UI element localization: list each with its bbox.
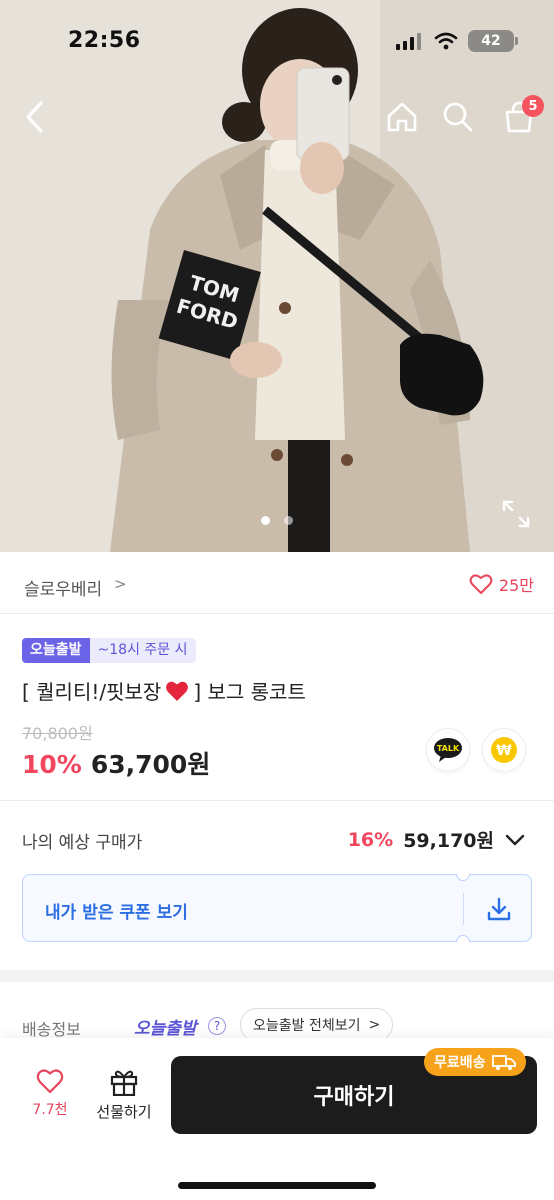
download-icon bbox=[487, 897, 511, 921]
battery-icon: 42 bbox=[468, 30, 518, 52]
today-ship-brand: 오늘출발 bbox=[134, 1019, 197, 1039]
status-time: 22:56 bbox=[68, 28, 141, 53]
view-all-label: 오늘출발 전체보기 bbox=[253, 1018, 361, 1034]
store-like-button[interactable]: 25만 bbox=[469, 572, 534, 596]
search-icon bbox=[443, 102, 473, 132]
won-coin-icon: ₩ bbox=[491, 737, 517, 763]
cart-button[interactable]: 5 bbox=[494, 92, 544, 142]
store-chevron-icon: > bbox=[114, 575, 127, 593]
today-ship-tag: 오늘출발 bbox=[22, 638, 90, 663]
coupon-notch-bottom bbox=[456, 935, 470, 942]
heart-icon bbox=[36, 1069, 64, 1094]
today-ship-view-all-button[interactable]: 오늘출발 전체보기 > bbox=[240, 1008, 394, 1042]
home-icon bbox=[387, 102, 417, 132]
coupon-view-label: 내가 받은 쿠폰 보기 bbox=[45, 903, 188, 923]
product-title-suffix: ] 보그 롱코트 bbox=[193, 680, 306, 704]
expected-price-toggle[interactable]: 16% 59,170원 bbox=[348, 826, 526, 853]
expected-price-section: 나의 예상 구매가 16% 59,170원 내가 받은 쿠폰 보기 bbox=[0, 802, 554, 970]
gift-icon bbox=[110, 1070, 138, 1096]
expected-price-value: 59,170원 bbox=[403, 830, 494, 852]
coupon-box[interactable]: 내가 받은 쿠폰 보기 bbox=[22, 874, 532, 942]
help-icon[interactable]: ? bbox=[208, 1017, 226, 1035]
gift-button[interactable]: 선물하기 bbox=[92, 1068, 156, 1122]
search-button[interactable] bbox=[436, 92, 480, 142]
expand-icon bbox=[502, 500, 530, 528]
wishlist-count: 7.7천 bbox=[32, 1102, 68, 1118]
product-image-gallery[interactable]: TOM FORD 22:56 42 5 bbox=[0, 0, 554, 552]
free-shipping-badge: 무료배송 bbox=[424, 1048, 526, 1076]
coupon-notch-top bbox=[456, 874, 470, 881]
coupon-download-button[interactable] bbox=[479, 891, 519, 927]
wishlist-button[interactable]: 7.7천 bbox=[18, 1068, 82, 1119]
status-bar: 22:56 42 bbox=[0, 0, 554, 80]
price-row: 10% 63,700원 bbox=[22, 745, 210, 781]
original-price: 70,800원 bbox=[22, 724, 93, 743]
home-button[interactable] bbox=[380, 92, 424, 142]
chevron-left-icon bbox=[26, 101, 43, 133]
truck-icon bbox=[491, 1055, 516, 1070]
point-button[interactable]: ₩ bbox=[482, 728, 526, 772]
shipping-label: 배송정보 bbox=[22, 1020, 81, 1039]
heart-icon bbox=[469, 574, 493, 594]
gallery-pagination bbox=[0, 516, 554, 525]
discount-rate: 10% bbox=[22, 750, 82, 779]
gallery-dot-1[interactable] bbox=[261, 516, 270, 525]
gift-label: 선물하기 bbox=[96, 1103, 152, 1121]
signal-icon bbox=[396, 33, 421, 50]
chevron-down-icon bbox=[505, 834, 525, 845]
expected-price-label: 나의 예상 구매가 bbox=[22, 833, 143, 853]
store-name-link[interactable]: 슬로우베리 bbox=[24, 575, 102, 600]
bottom-action-bar: 7.7천 선물하기 구매하기 무료배송 bbox=[0, 1038, 554, 1200]
view-all-chevron-icon: > bbox=[368, 1017, 381, 1033]
order-cutoff-tag: ~18시 주문 시 bbox=[89, 638, 196, 663]
delivery-tags: 오늘출발 ~18시 주문 시 bbox=[22, 638, 196, 663]
fullscreen-button[interactable] bbox=[500, 498, 532, 530]
free-shipping-label: 무료배송 bbox=[434, 1055, 486, 1071]
product-title: [ 퀄리티!/핏보장 ] 보그 롱코트 bbox=[22, 676, 306, 705]
product-info: 오늘출발 ~18시 주문 시 [ 퀄리티!/핏보장 ] 보그 롱코트 70,80… bbox=[0, 615, 554, 801]
sale-price: 63,700원 bbox=[90, 750, 211, 779]
cart-count-badge: 5 bbox=[522, 95, 544, 117]
shipping-info: 배송정보 오늘출발 ? 오늘출발 전체보기 > bbox=[0, 1000, 554, 1042]
coupon-divider bbox=[463, 893, 464, 925]
product-title-prefix: [ 퀄리티!/핏보장 bbox=[22, 680, 162, 704]
product-photo: TOM FORD bbox=[0, 0, 554, 552]
kakao-talk-label: TALK bbox=[437, 744, 460, 753]
gallery-dot-2[interactable] bbox=[284, 516, 293, 525]
kakao-talk-icon: TALK bbox=[434, 738, 462, 762]
won-coin-label: ₩ bbox=[496, 743, 512, 759]
top-navigation: 5 bbox=[0, 92, 554, 142]
share-icons: TALK ₩ bbox=[426, 728, 526, 772]
expected-discount-rate: 16% bbox=[347, 828, 394, 851]
kakao-talk-button[interactable]: TALK bbox=[426, 728, 470, 772]
store-row: 슬로우베리 > 25만 bbox=[0, 558, 554, 614]
store-like-count: 25만 bbox=[498, 576, 534, 595]
section-separator bbox=[0, 970, 554, 982]
home-indicator bbox=[178, 1182, 376, 1189]
status-icons: 42 bbox=[396, 30, 518, 52]
red-heart-emoji-icon bbox=[166, 681, 189, 701]
back-button[interactable] bbox=[12, 92, 56, 142]
wifi-icon bbox=[434, 32, 458, 50]
